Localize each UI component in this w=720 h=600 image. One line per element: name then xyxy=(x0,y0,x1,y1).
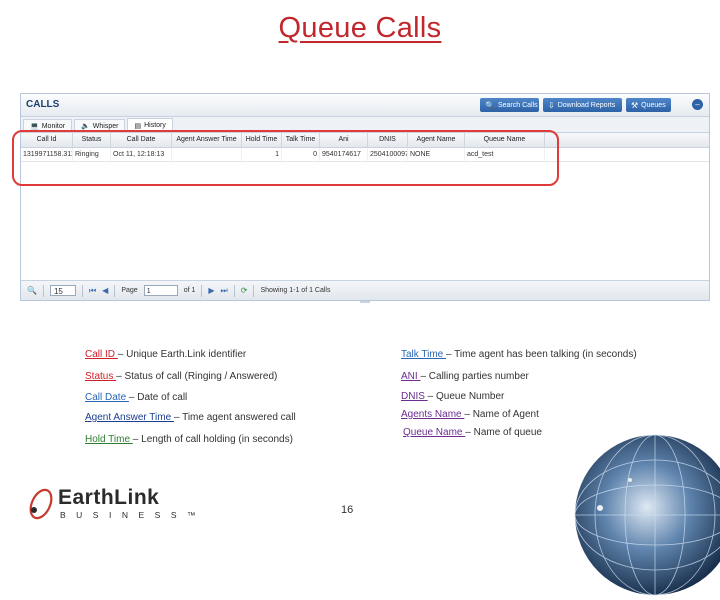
definition-desc: – Calling parties number xyxy=(420,371,529,382)
page-size-select[interactable]: 15 xyxy=(49,285,76,296)
search-icon[interactable]: 🔍 xyxy=(27,286,37,295)
definition-hold-time: Hold Time – Length of call holding (in s… xyxy=(85,434,293,445)
page-input[interactable]: 1 xyxy=(143,285,178,296)
definition-agents-name: Agents Name – Name of Agent xyxy=(401,409,539,420)
row-highlight-callout xyxy=(12,130,559,186)
definition-term: ANI xyxy=(401,371,421,382)
orbit-logo-icon xyxy=(29,488,53,520)
definition-dnis: DNIS – Queue Number xyxy=(401,391,504,402)
page-number: 16 xyxy=(341,504,354,516)
first-page-icon[interactable]: ⏮ xyxy=(89,286,96,296)
panel-title: CALLS xyxy=(26,99,60,110)
collapse-icon[interactable]: – xyxy=(692,99,703,110)
definition-ani: ANI – Calling parties number xyxy=(401,371,529,382)
divider xyxy=(114,284,116,297)
divider xyxy=(201,284,203,297)
definition-desc: – Name of queue xyxy=(465,427,542,438)
divider xyxy=(253,284,255,297)
definition-term: Status xyxy=(85,371,117,382)
search-calls-label: Search Calls xyxy=(497,101,538,109)
definition-term: Agents Name xyxy=(401,409,465,420)
definition-call-id: Call ID – Unique Earth.Link identifier xyxy=(85,349,246,360)
download-reports-button[interactable]: ⇩ Download Reports xyxy=(543,98,622,112)
download-icon: ⇩ xyxy=(548,100,555,110)
splitter-handle[interactable] xyxy=(360,301,370,303)
last-page-icon[interactable]: ⏭ xyxy=(221,286,228,296)
search-calls-button[interactable]: 🔍 Search Calls xyxy=(480,98,539,112)
definition-desc: – Time agent answered call xyxy=(173,412,296,423)
definition-term: Talk Time xyxy=(401,349,447,360)
page-input-value: 1 xyxy=(146,288,151,295)
tab-monitor-label: Monitor xyxy=(41,122,66,130)
tab-history-label: History xyxy=(144,122,166,129)
definition-desc: – Status of call (Ringing / Answered) xyxy=(116,371,278,382)
definition-desc: – Name of Agent xyxy=(464,409,539,420)
next-page-icon[interactable]: ▶ xyxy=(208,286,214,295)
refresh-icon[interactable]: ⟳ xyxy=(241,286,248,295)
definition-term: Hold Time xyxy=(85,434,133,445)
download-reports-label: Download Reports xyxy=(557,101,616,109)
definition-desc: – Date of call xyxy=(128,392,188,403)
prev-page-icon[interactable]: ◀ xyxy=(102,286,108,295)
queues-button[interactable]: ⚒ Queues xyxy=(626,98,671,112)
logo-subtitle: BUSINESS™ xyxy=(60,510,206,520)
definition-term: Queue Name xyxy=(403,427,466,438)
definition-agent-answer-time: Agent Answer Time – Time agent answered … xyxy=(85,412,296,423)
logo-wordmark: EarthLink xyxy=(58,486,160,509)
whisper-icon: 🔈 xyxy=(81,123,90,130)
pagination-bar: 🔍 15 ⏮ ◀ Page 1 of 1 ▶ ⏭ ⟳ Showing 1-1 o… xyxy=(21,280,709,300)
definition-desc: – Queue Number xyxy=(427,391,505,402)
definition-call-date: Call Date – Date of call xyxy=(85,392,187,403)
panel-header: CALLS 🔍 Search Calls ⇩ Download Reports … xyxy=(21,94,709,117)
page-title: Queue Calls xyxy=(278,12,442,44)
definition-desc: – Time agent has been talking (in second… xyxy=(446,349,637,360)
definition-term: Call Date xyxy=(85,392,129,403)
queues-label: Queues xyxy=(641,101,666,109)
definition-queue-name: Queue Name – Name of queue xyxy=(403,427,542,438)
page-of-label: of 1 xyxy=(183,287,196,294)
tab-whisper-label: Whisper xyxy=(92,122,119,130)
earthlink-logo: EarthLink BUSINESS™ xyxy=(26,484,196,524)
definition-term: DNIS xyxy=(401,391,428,402)
globe-decoration-icon xyxy=(574,434,720,596)
pager-summary: Showing 1-1 of 1 Calls xyxy=(260,287,331,294)
definition-desc: – Length of call holding (in seconds) xyxy=(132,434,293,445)
definition-term: Agent Answer Time xyxy=(85,412,174,423)
calls-panel: CALLS 🔍 Search Calls ⇩ Download Reports … xyxy=(20,93,710,301)
divider xyxy=(81,284,83,297)
wrench-icon: ⚒ xyxy=(631,100,639,110)
divider xyxy=(42,284,44,297)
monitor-icon: 💻 xyxy=(30,123,39,130)
search-icon: 🔍 xyxy=(485,100,495,110)
divider xyxy=(233,284,235,297)
definition-desc: – Unique Earth.Link identifier xyxy=(117,349,247,360)
definition-term: Call ID xyxy=(85,349,118,360)
page-size-value: 15 xyxy=(53,287,63,296)
history-icon: ▤ xyxy=(134,122,142,130)
definition-status: Status – Status of call (Ringing / Answe… xyxy=(85,371,277,382)
definition-talk-time: Talk Time – Time agent has been talking … xyxy=(401,349,637,360)
page-label: Page xyxy=(121,287,138,294)
